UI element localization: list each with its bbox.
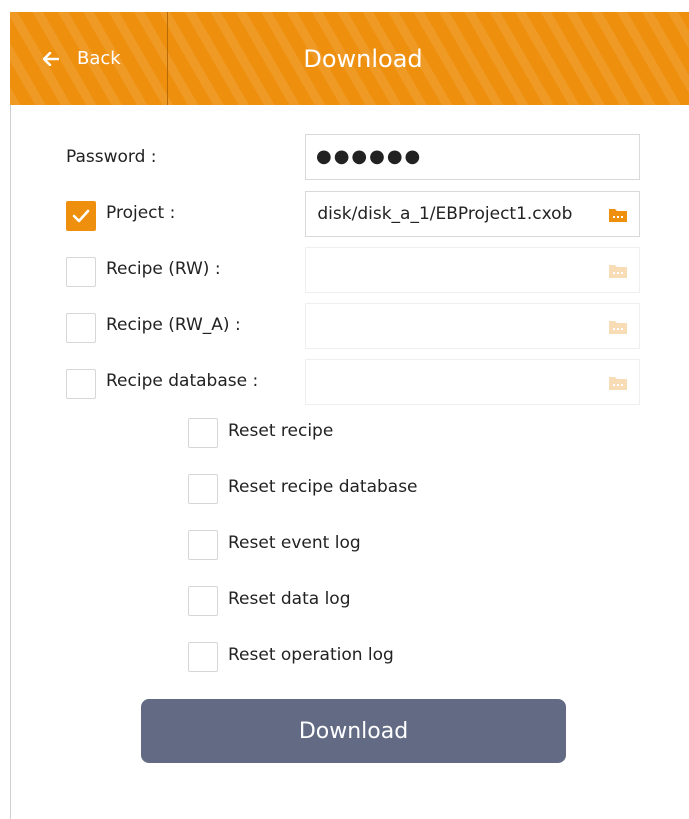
folder-icon[interactable]	[609, 319, 627, 334]
window-border	[10, 12, 11, 819]
folder-icon[interactable]	[609, 375, 627, 390]
folder-icon[interactable]	[609, 263, 627, 278]
reset-data-log-checkbox[interactable]	[188, 586, 218, 616]
recipe-database-value	[314, 360, 604, 404]
recipe-rw-a-checkbox[interactable]	[66, 313, 96, 343]
reset-event-log-checkbox[interactable]	[188, 530, 218, 560]
back-button[interactable]: Back	[10, 12, 167, 105]
recipe-rw-value	[314, 248, 604, 292]
back-label: Back	[77, 48, 121, 69]
project-path-value: disk/disk_a_1/EBProject1.cxob	[314, 204, 573, 224]
recipe-rw-label: Recipe (RW) :	[106, 259, 221, 279]
reset-recipe-database-checkbox[interactable]	[188, 474, 218, 504]
password-label: Password :	[66, 147, 157, 167]
reset-event-log-label: Reset event log	[228, 533, 361, 553]
header-bar: Back Download	[10, 12, 689, 105]
checkmark-icon	[72, 209, 90, 223]
recipe-database-label: Recipe database :	[106, 371, 259, 391]
recipe-rw-checkbox[interactable]	[66, 257, 96, 287]
project-label: Project :	[106, 203, 176, 223]
recipe-rw-a-value	[314, 304, 604, 348]
reset-recipe-checkbox[interactable]	[188, 418, 218, 448]
arrow-left-icon	[43, 51, 59, 66]
password-value: ●●●●●●	[316, 146, 423, 167]
download-button[interactable]: Download	[141, 699, 566, 763]
folder-icon[interactable]	[609, 207, 627, 222]
reset-operation-log-checkbox[interactable]	[188, 642, 218, 672]
page-title: Download	[303, 44, 423, 73]
reset-recipe-label: Reset recipe	[228, 421, 334, 441]
recipe-database-checkbox[interactable]	[66, 369, 96, 399]
recipe-database-field[interactable]	[305, 359, 640, 405]
project-checkbox[interactable]	[66, 201, 96, 231]
password-field[interactable]: ●●●●●●	[305, 134, 640, 180]
reset-recipe-database-label: Reset recipe database	[228, 477, 418, 497]
recipe-rw-field[interactable]	[305, 247, 640, 293]
reset-operation-log-label: Reset operation log	[228, 645, 394, 665]
project-path-field[interactable]: disk/disk_a_1/EBProject1.cxob	[305, 191, 640, 237]
recipe-rw-a-label: Recipe (RW_A) :	[106, 315, 241, 335]
recipe-rw-a-field[interactable]	[305, 303, 640, 349]
reset-data-log-label: Reset data log	[228, 589, 351, 609]
